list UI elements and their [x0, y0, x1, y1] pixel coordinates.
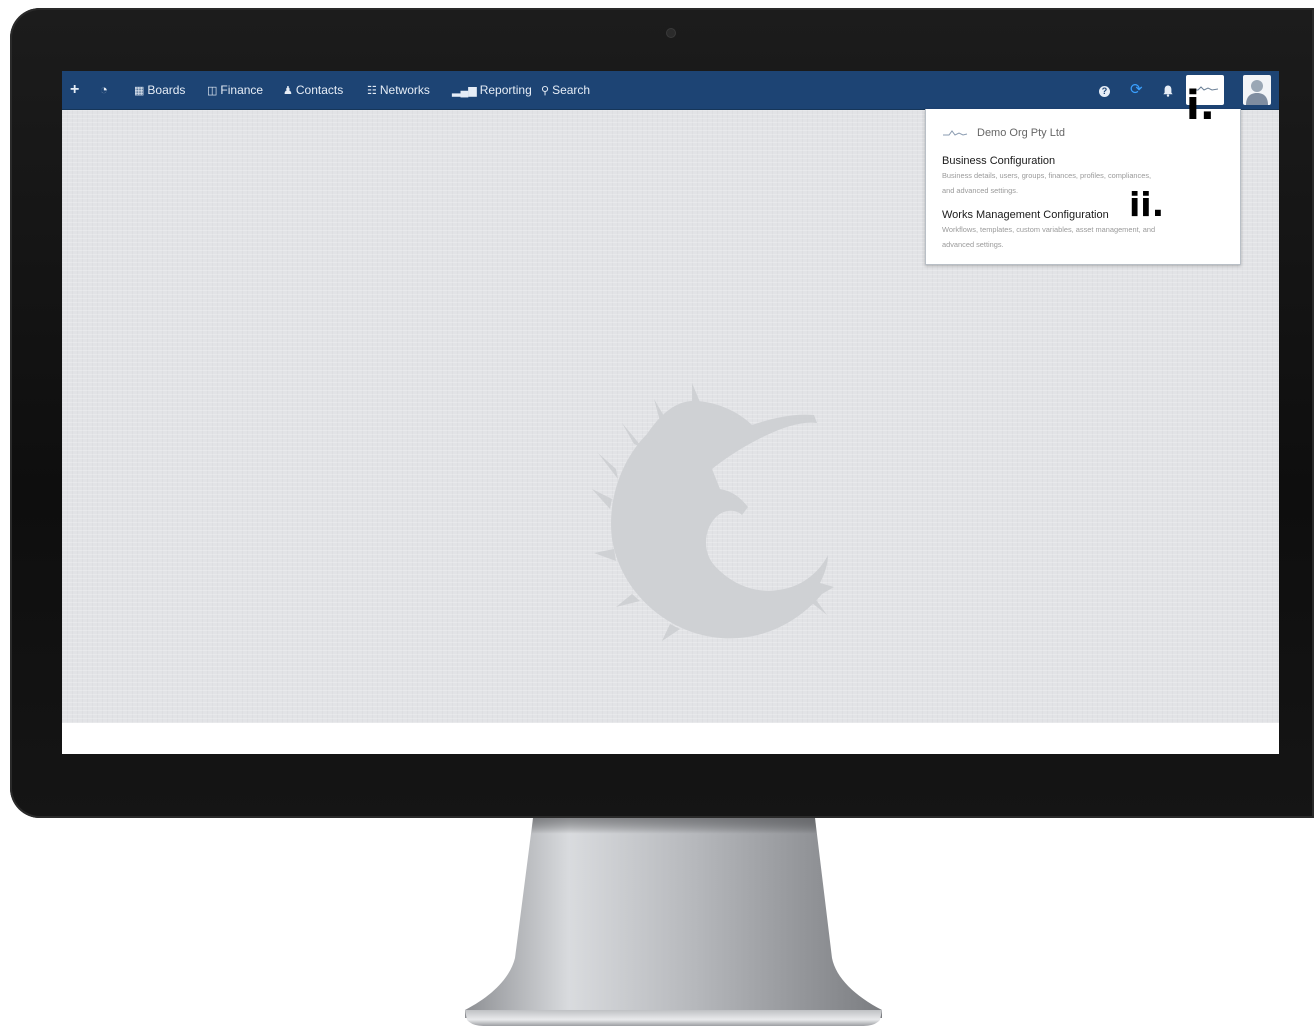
business-configuration-item[interactable]: Business Configuration Business details,… — [942, 154, 1227, 198]
annotation-marker-ii: ii. — [1129, 185, 1165, 224]
sync-button[interactable]: ⟳ — [1130, 71, 1143, 109]
works-management-configuration-description-line1: Workflows, templates, custom variables, … — [942, 225, 1156, 234]
dashboard-icon: ◔ — [100, 82, 108, 97]
bell-icon — [1163, 85, 1173, 97]
search-icon: ⚲ — [541, 85, 550, 97]
nav-reporting-label: Reporting — [479, 83, 532, 97]
nav-networks[interactable]: ☷ Networks — [367, 71, 430, 109]
top-navbar: + ◔ ▦ Boards ◫ Finance ♟ Contacts ☷ Networks… — [62, 71, 1279, 110]
works-management-configuration-title: Works Management Configuration — [942, 209, 1109, 221]
dashboard-button[interactable]: ◔ — [100, 71, 108, 109]
nav-search[interactable]: ⚲ Search — [541, 71, 590, 109]
nav-networks-label: Networks — [379, 83, 430, 97]
add-button[interactable]: + — [70, 71, 79, 109]
monitor-stand — [465, 818, 882, 1026]
refresh-icon: ⟳ — [1130, 81, 1143, 98]
signal-icon: ▂▄▆ — [452, 85, 477, 97]
annotation-marker-i: i. — [1186, 83, 1215, 129]
dropdown-org-name: Demo Org Pty Ltd — [977, 127, 1066, 139]
works-management-configuration-item[interactable]: Works Management Configuration Workflows… — [942, 208, 1227, 252]
users-icon: ♟ — [283, 85, 293, 97]
nav-boards[interactable]: ▦ Boards — [134, 71, 185, 109]
nav-search-label: Search — [552, 83, 591, 97]
org-dropdown-menu: Demo Org Pty Ltd Business Configuration … — [925, 109, 1241, 265]
org-logo-icon — [943, 130, 968, 136]
nav-contacts[interactable]: ♟ Contacts — [283, 71, 343, 109]
columns-icon: ◫ — [207, 85, 218, 97]
sitemap-icon: ☷ — [367, 85, 377, 97]
camera-icon — [667, 29, 675, 37]
nav-boards-label: Boards — [147, 83, 186, 97]
user-avatar-button[interactable] — [1243, 75, 1271, 105]
notifications-button[interactable] — [1163, 71, 1173, 109]
nav-reporting[interactable]: ▂▄▆ Reporting — [452, 71, 532, 109]
grid-icon: ▦ — [134, 85, 145, 97]
help-button[interactable]: ? — [1099, 71, 1110, 109]
nav-finance-label: Finance — [220, 83, 264, 97]
nav-contacts-label: Contacts — [295, 83, 344, 97]
works-management-configuration-description-line2: advanced settings. — [942, 240, 1004, 249]
screen: + ◔ ▦ Boards ◫ Finance ♟ Contacts ☷ Networks… — [62, 71, 1279, 754]
echidna-watermark-icon — [592, 383, 834, 641]
help-icon: ? — [1099, 86, 1110, 97]
business-configuration-title: Business Configuration — [942, 155, 1056, 167]
nav-finance[interactable]: ◫ Finance — [207, 71, 263, 109]
business-configuration-description-line1: Business details, users, groups, finance… — [942, 171, 1152, 180]
avatar-icon — [1246, 80, 1268, 105]
business-configuration-description-line2: and advanced settings. — [942, 186, 1019, 195]
screen-footer — [62, 723, 1279, 754]
